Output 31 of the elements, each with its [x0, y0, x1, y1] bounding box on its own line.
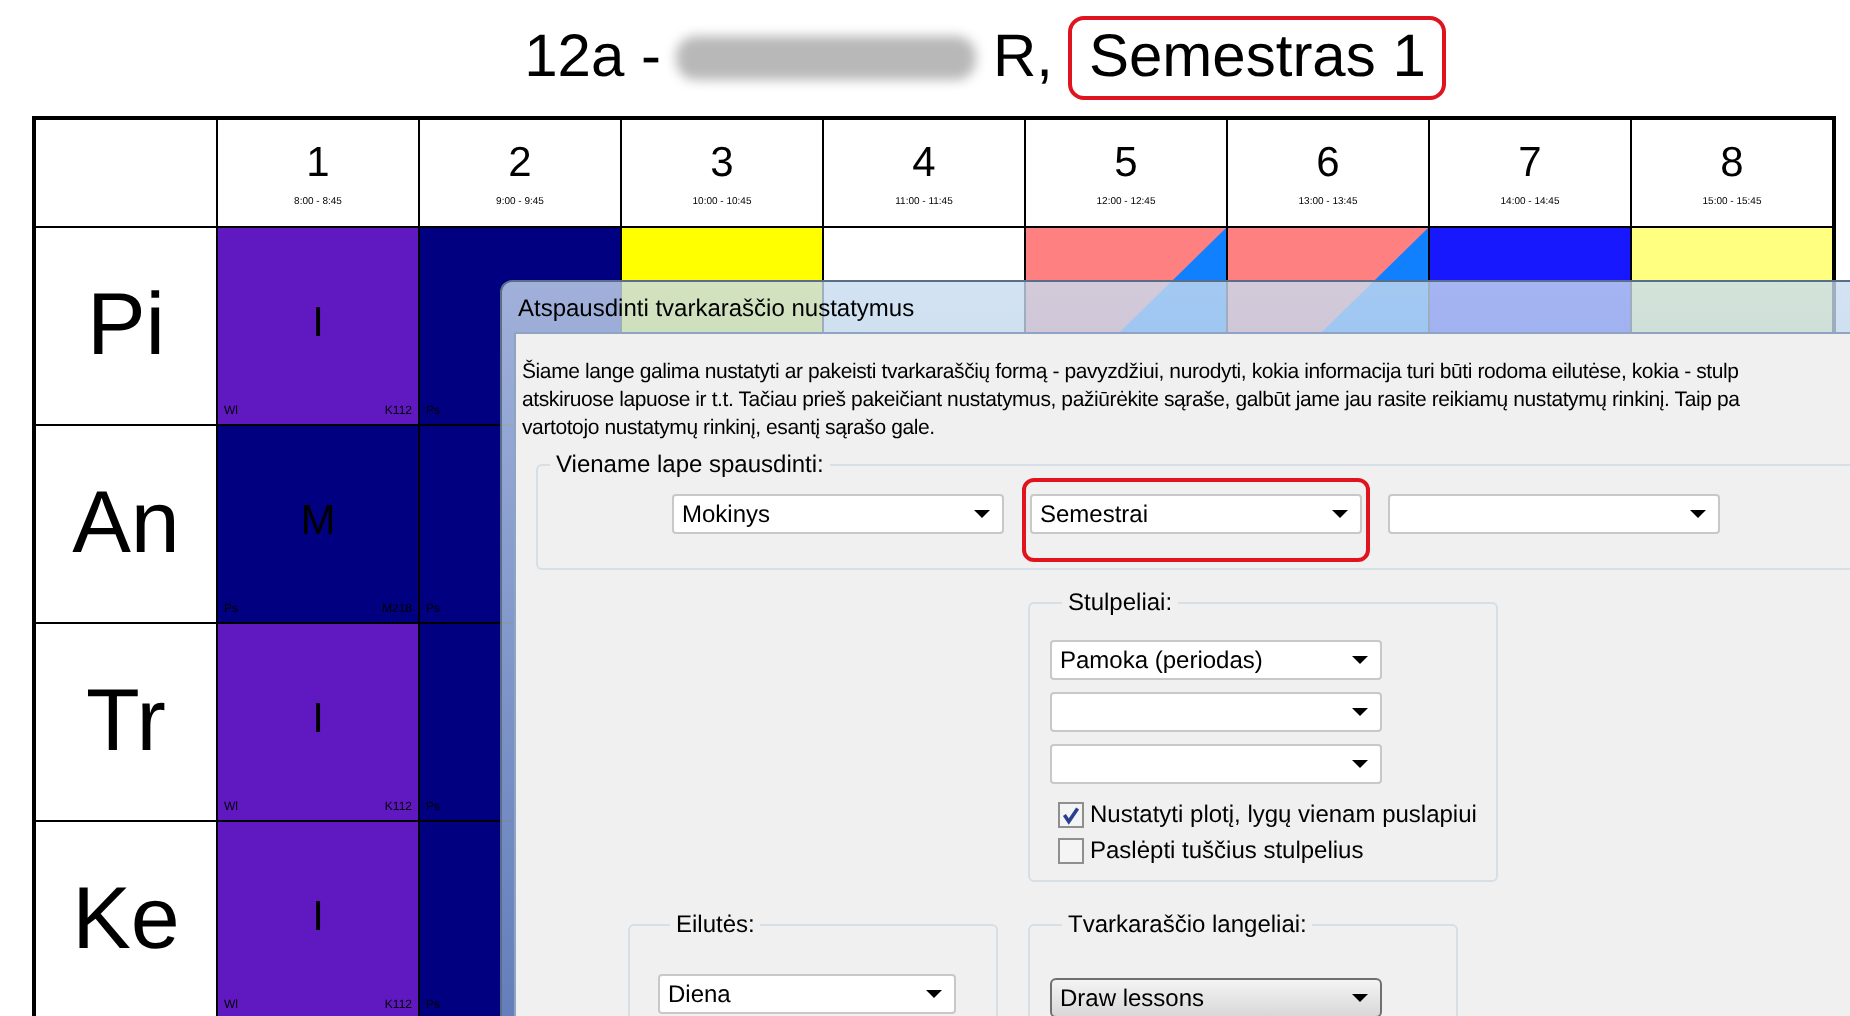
dropdown-arrow-icon: [1332, 510, 1348, 518]
title-text: 12a -: [524, 24, 661, 92]
group-box: Eilutės: Diena: [628, 910, 998, 1016]
title-text: R,: [992, 24, 1053, 92]
dropdown[interactable]: [1050, 692, 1382, 732]
dropdown-arrow-icon: [1352, 708, 1368, 716]
group-box: Tvarkaraščio langeliai: Draw lessons: [1028, 910, 1458, 1016]
dropdown-arrow-icon: [1352, 760, 1368, 768]
dropdown-arrow-icon: [926, 990, 942, 998]
checkbox-label: Paslėpti tuščius stulpelius: [1090, 836, 1364, 864]
group-box: Viename lape spausdinti: Mokinys Semestrai: [536, 450, 1850, 570]
dropdown[interactable]: Mokinys: [672, 494, 1004, 534]
dropdown[interactable]: Draw lessons: [1050, 978, 1382, 1016]
dropdown-arrow-icon: [1352, 656, 1368, 664]
dropdown-arrow-icon: [974, 510, 990, 518]
checkbox[interactable]: [1058, 837, 1084, 863]
term-title: Semestras 1: [1068, 16, 1446, 100]
checkbox[interactable]: [1058, 801, 1084, 827]
dropdown-arrow-icon: [1690, 510, 1706, 518]
row-header: Pi: [36, 228, 216, 424]
dropdown[interactable]: [1050, 744, 1382, 784]
row-header: An: [36, 426, 216, 622]
dropdown[interactable]: Pamoka (periodas): [1050, 640, 1382, 680]
dropdown-arrow-icon: [1352, 994, 1368, 1002]
row-header: Ke: [36, 822, 216, 1016]
checkbox-label: Nustatyti plotį, lygų vienam puslapiui: [1090, 800, 1477, 828]
row-header: Tr: [36, 624, 216, 820]
dropdown[interactable]: Diena: [658, 974, 956, 1014]
dropdown[interactable]: Semestrai: [1030, 494, 1362, 534]
dropdown[interactable]: [1388, 494, 1720, 534]
group-box: Stulpeliai: Pamoka (periodas) Nustatyti plotį, lygų vienam puslapiui Paslėpti tuščius stulpelius: [1028, 588, 1499, 882]
